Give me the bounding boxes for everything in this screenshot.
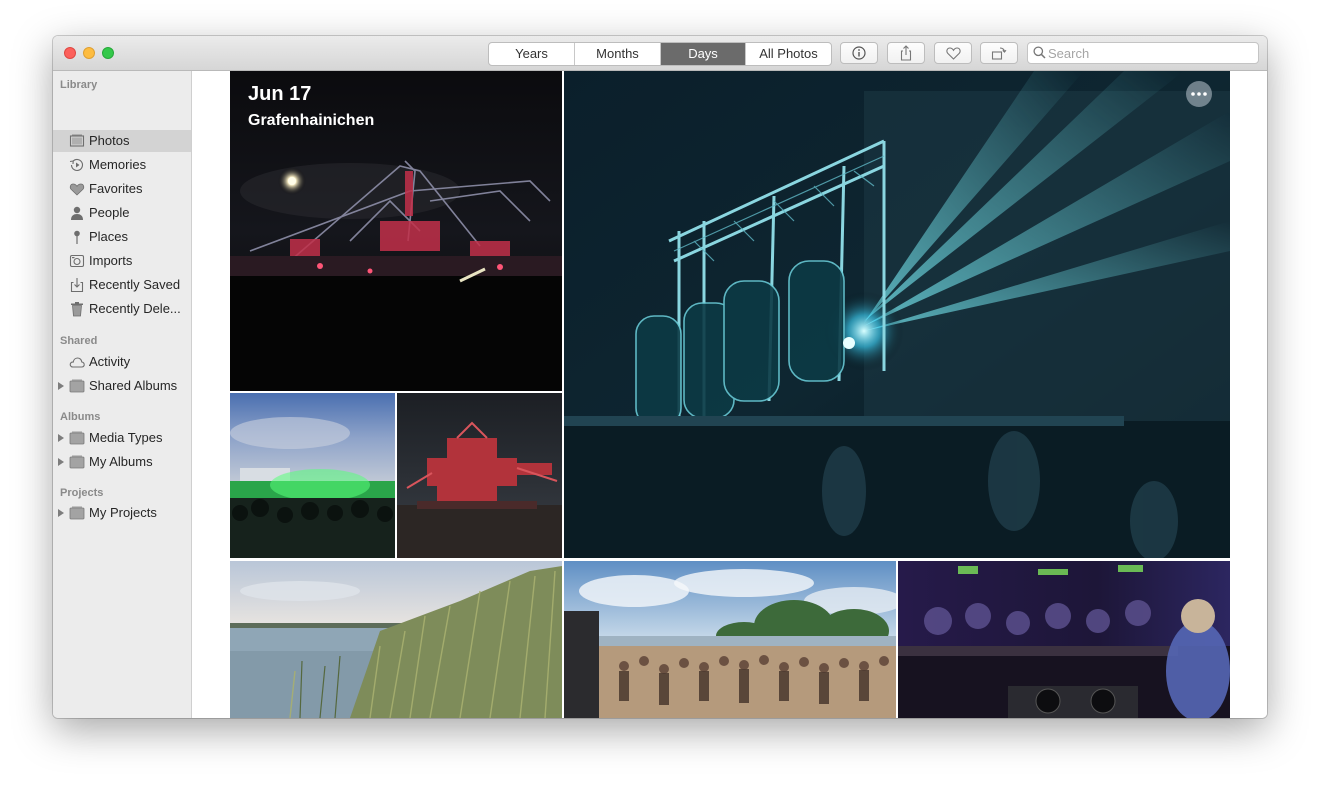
photos-window: Years Months Days All Photos Search Libr… [53,36,1267,718]
sidebar-item-my-projects[interactable]: My Projects [53,502,191,524]
disclosure-triangle-icon[interactable] [58,509,64,517]
disclosure-triangle-icon[interactable] [58,458,64,466]
photo-grid: Jun 17 Grafenhainichen [192,71,1267,718]
zoom-button[interactable] [102,47,114,59]
tab-all-photos[interactable]: All Photos [746,43,831,65]
sidebar-item-people[interactable]: People [53,202,191,224]
minimize-button[interactable] [83,47,95,59]
photo-thumbnail[interactable] [898,561,1230,718]
cloud-icon [69,357,85,368]
person-icon [71,206,83,220]
photo-thumbnail[interactable] [564,71,1230,558]
search-icon [1033,46,1046,59]
tab-years[interactable]: Years [489,43,575,65]
pin-icon [74,230,80,244]
photo-thumbnail[interactable] [230,393,395,558]
sidebar-item-label: Activity [89,354,131,369]
favorite-button[interactable] [934,42,972,64]
section-title-shared: Shared [60,335,98,347]
sidebar-item-media-types[interactable]: Media Types [53,427,191,449]
folder-icon [69,455,85,469]
info-button[interactable] [840,42,878,64]
section-title-library: Library [60,79,98,91]
camera-icon [69,254,85,268]
tab-days[interactable]: Days [661,43,746,65]
memories-icon [69,158,84,171]
share-button[interactable] [887,42,925,64]
search-field[interactable] [1027,42,1259,64]
sidebar-item-label: My Projects [89,505,157,520]
close-button[interactable] [64,47,76,59]
trash-icon [71,302,83,317]
sidebar-item-label: My Albums [89,454,153,469]
sidebar-item-label: Media Types [89,430,163,445]
day-date: Jun 17 [248,83,312,105]
search-input[interactable] [1048,43,1253,63]
day-location[interactable]: Grafenhainichen [248,112,374,130]
sidebar-item-label: Photos [89,133,130,148]
photo-thumbnail[interactable] [397,393,562,558]
photos-icon [69,134,85,147]
sidebar-item-favorites[interactable]: Favorites [53,178,191,200]
sidebar: Library Photos Memories Favorites People… [53,71,192,718]
disclosure-triangle-icon[interactable] [58,382,64,390]
sidebar-item-places[interactable]: Places [53,226,191,248]
disclosure-triangle-icon[interactable] [58,434,64,442]
toolbar: Years Months Days All Photos [53,36,1267,71]
sidebar-item-label: Imports [89,253,133,268]
sidebar-item-my-albums[interactable]: My Albums [53,451,191,473]
sidebar-item-imports[interactable]: Imports [53,250,191,272]
folder-icon [69,506,85,520]
photo-thumbnail[interactable] [564,561,896,718]
tab-months[interactable]: Months [575,43,661,65]
heart-icon [69,183,85,196]
sidebar-item-photos[interactable]: Photos [53,130,191,152]
folder-icon [69,379,85,393]
sidebar-item-label: Recently Saved [89,277,181,292]
share-icon [900,45,912,61]
sidebar-item-label: Memories [89,157,147,172]
sidebar-item-memories[interactable]: Memories [53,154,191,176]
section-title-projects: Projects [60,487,104,499]
sidebar-item-label: Recently Dele... [89,301,181,316]
sidebar-item-recently-deleted[interactable]: Recently Dele... [53,298,191,320]
sidebar-item-label: Favorites [89,181,143,196]
sidebar-item-label: People [89,205,130,220]
rotate-icon [991,47,1007,60]
rotate-button[interactable] [980,42,1018,64]
download-icon [70,278,84,293]
section-title-albums: Albums [60,411,101,423]
heart-icon [945,46,961,60]
view-segmented-control: Years Months Days All Photos [488,42,832,66]
sidebar-item-shared-albums[interactable]: Shared Albums [53,375,191,397]
ellipsis-icon [1191,92,1207,96]
info-icon [852,46,866,60]
photo-thumbnail[interactable]: Jun 17 Grafenhainichen [230,71,562,391]
sidebar-item-label: Shared Albums [89,378,178,393]
sidebar-item-recently-saved[interactable]: Recently Saved [53,274,191,296]
more-options-button[interactable] [1186,81,1212,107]
sidebar-item-label: Places [89,229,129,244]
photo-thumbnail[interactable] [230,561,562,718]
folder-icon [69,431,85,445]
sidebar-item-activity[interactable]: Activity [53,351,191,373]
